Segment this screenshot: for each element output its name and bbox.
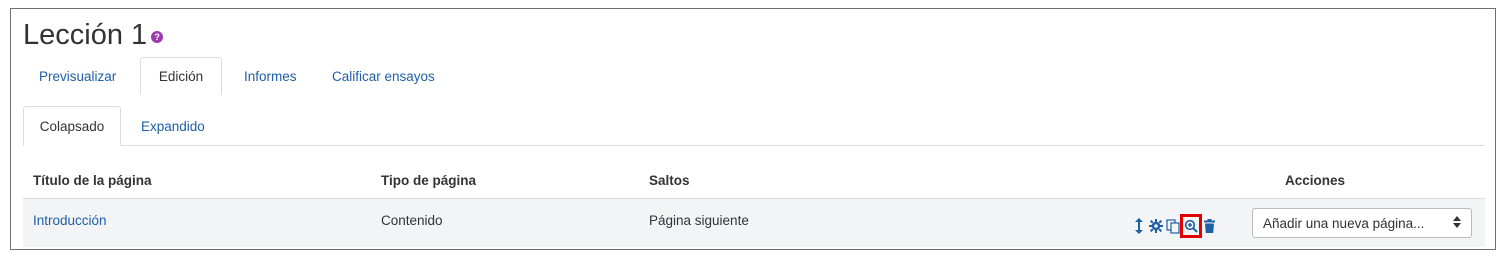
page-title: Lección 1 [23, 19, 148, 51]
header: Lección 1 ? [23, 19, 164, 51]
add-page-select-value: Añadir una nueva página... [1263, 215, 1425, 231]
header-tipo: Tipo de página [381, 173, 477, 188]
tabs-divider [23, 145, 1485, 146]
page-title-link[interactable]: Introducción [33, 213, 107, 228]
secondary-tabs: Colapsado Expandido [23, 106, 1485, 146]
zoom-icon[interactable] [1180, 214, 1202, 238]
copy-icon[interactable] [1166, 218, 1180, 234]
primary-tabs: Previsualizar Edición Informes Calificar… [23, 57, 1485, 95]
tab-previsualizar[interactable]: Previsualizar [23, 57, 132, 95]
header-saltos: Saltos [649, 173, 690, 188]
page-type: Contenido [381, 213, 443, 228]
row-actions [1132, 214, 1216, 238]
header-acciones: Acciones [1285, 173, 1346, 188]
page-jumps: Página siguiente [649, 213, 749, 228]
gear-icon[interactable] [1149, 218, 1163, 234]
table-row: Introducción Contenido Página siguiente [23, 198, 1485, 247]
trash-icon[interactable] [1202, 218, 1216, 234]
question-icon[interactable]: ? [151, 31, 164, 43]
select-arrows-icon [1453, 215, 1461, 231]
tab-expandido[interactable]: Expandido [125, 106, 221, 146]
header-titulo: Título de la página [33, 173, 152, 188]
tab-calificar-ensayos[interactable]: Calificar ensayos [316, 57, 451, 95]
lesson-panel: Lección 1 ? Previsualizar Edición Inform… [10, 8, 1496, 250]
table-header: Título de la página Tipo de página Salto… [23, 163, 1485, 197]
tab-colapsado[interactable]: Colapsado [23, 106, 121, 146]
add-page-select[interactable]: Añadir una nueva página... [1252, 208, 1472, 238]
tab-edicion[interactable]: Edición [140, 57, 222, 95]
move-icon[interactable] [1132, 218, 1146, 234]
tab-informes[interactable]: Informes [228, 57, 313, 95]
